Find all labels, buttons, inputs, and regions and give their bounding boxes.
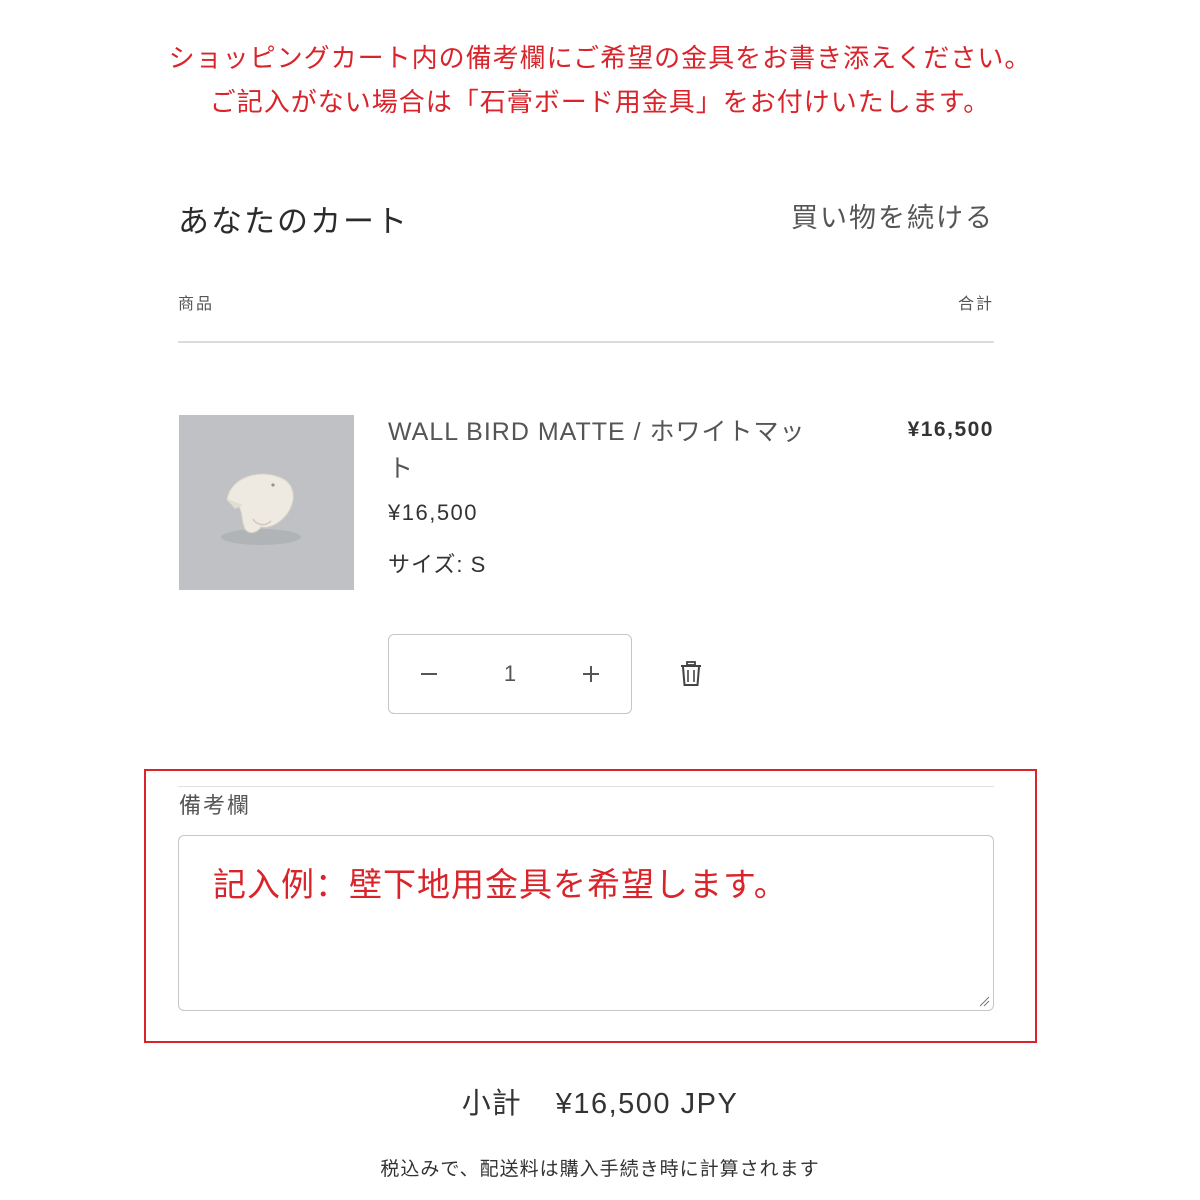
product-name-link[interactable]: WALL BIRD MATTE / ホワイトマット xyxy=(388,414,808,488)
quantity-input[interactable] xyxy=(478,660,542,688)
decrease-quantity-button[interactable] xyxy=(389,635,469,713)
notice-line-1: ショッピングカート内の備考欄にご希望の金具をお書き添えください。 xyxy=(168,43,1032,73)
column-header-product: 商品 xyxy=(178,296,215,313)
white-bird-icon xyxy=(179,415,354,590)
minus-icon xyxy=(421,673,437,675)
variant-size: サイズ: S xyxy=(388,552,487,577)
subtotal: 小計 ¥16,500 JPY xyxy=(0,1080,1200,1122)
line-item-total: ¥16,500 xyxy=(907,418,994,441)
unit-price: ¥16,500 xyxy=(388,500,479,525)
subtotal-label: 小計 xyxy=(461,1088,522,1120)
header-divider xyxy=(178,341,994,343)
notice-line-2: ご記入がない場合は「石膏ボード用金具」をお付けいたします。 xyxy=(209,87,991,117)
note-label: 備考欄 xyxy=(179,793,252,818)
continue-shopping-link[interactable]: 買い物を続ける xyxy=(791,196,994,235)
quantity-stepper xyxy=(388,634,632,714)
subtotal-value: ¥16,500 JPY xyxy=(555,1088,739,1120)
trash-icon xyxy=(681,661,701,686)
plus-icon xyxy=(583,666,599,682)
product-image[interactable] xyxy=(179,415,354,590)
page-title: あなたのカート xyxy=(178,204,409,239)
increase-quantity-button[interactable] xyxy=(551,635,631,713)
remove-item-button[interactable] xyxy=(678,660,704,688)
cart-page: ショッピングカート内の備考欄にご希望の金具をお書き添えください。 ご記入がない場… xyxy=(0,0,1200,1200)
tax-shipping-note: 税込みで、配送料は購入手続き時に計算されます xyxy=(380,1159,820,1180)
note-divider xyxy=(178,786,994,787)
order-note-textarea[interactable] xyxy=(178,835,994,1011)
resize-handle-icon[interactable] xyxy=(978,995,990,1007)
column-header-total: 合計 xyxy=(957,296,994,313)
notice-banner: ショッピングカート内の備考欄にご希望の金具をお書き添えください。 ご記入がない場… xyxy=(0,36,1200,124)
